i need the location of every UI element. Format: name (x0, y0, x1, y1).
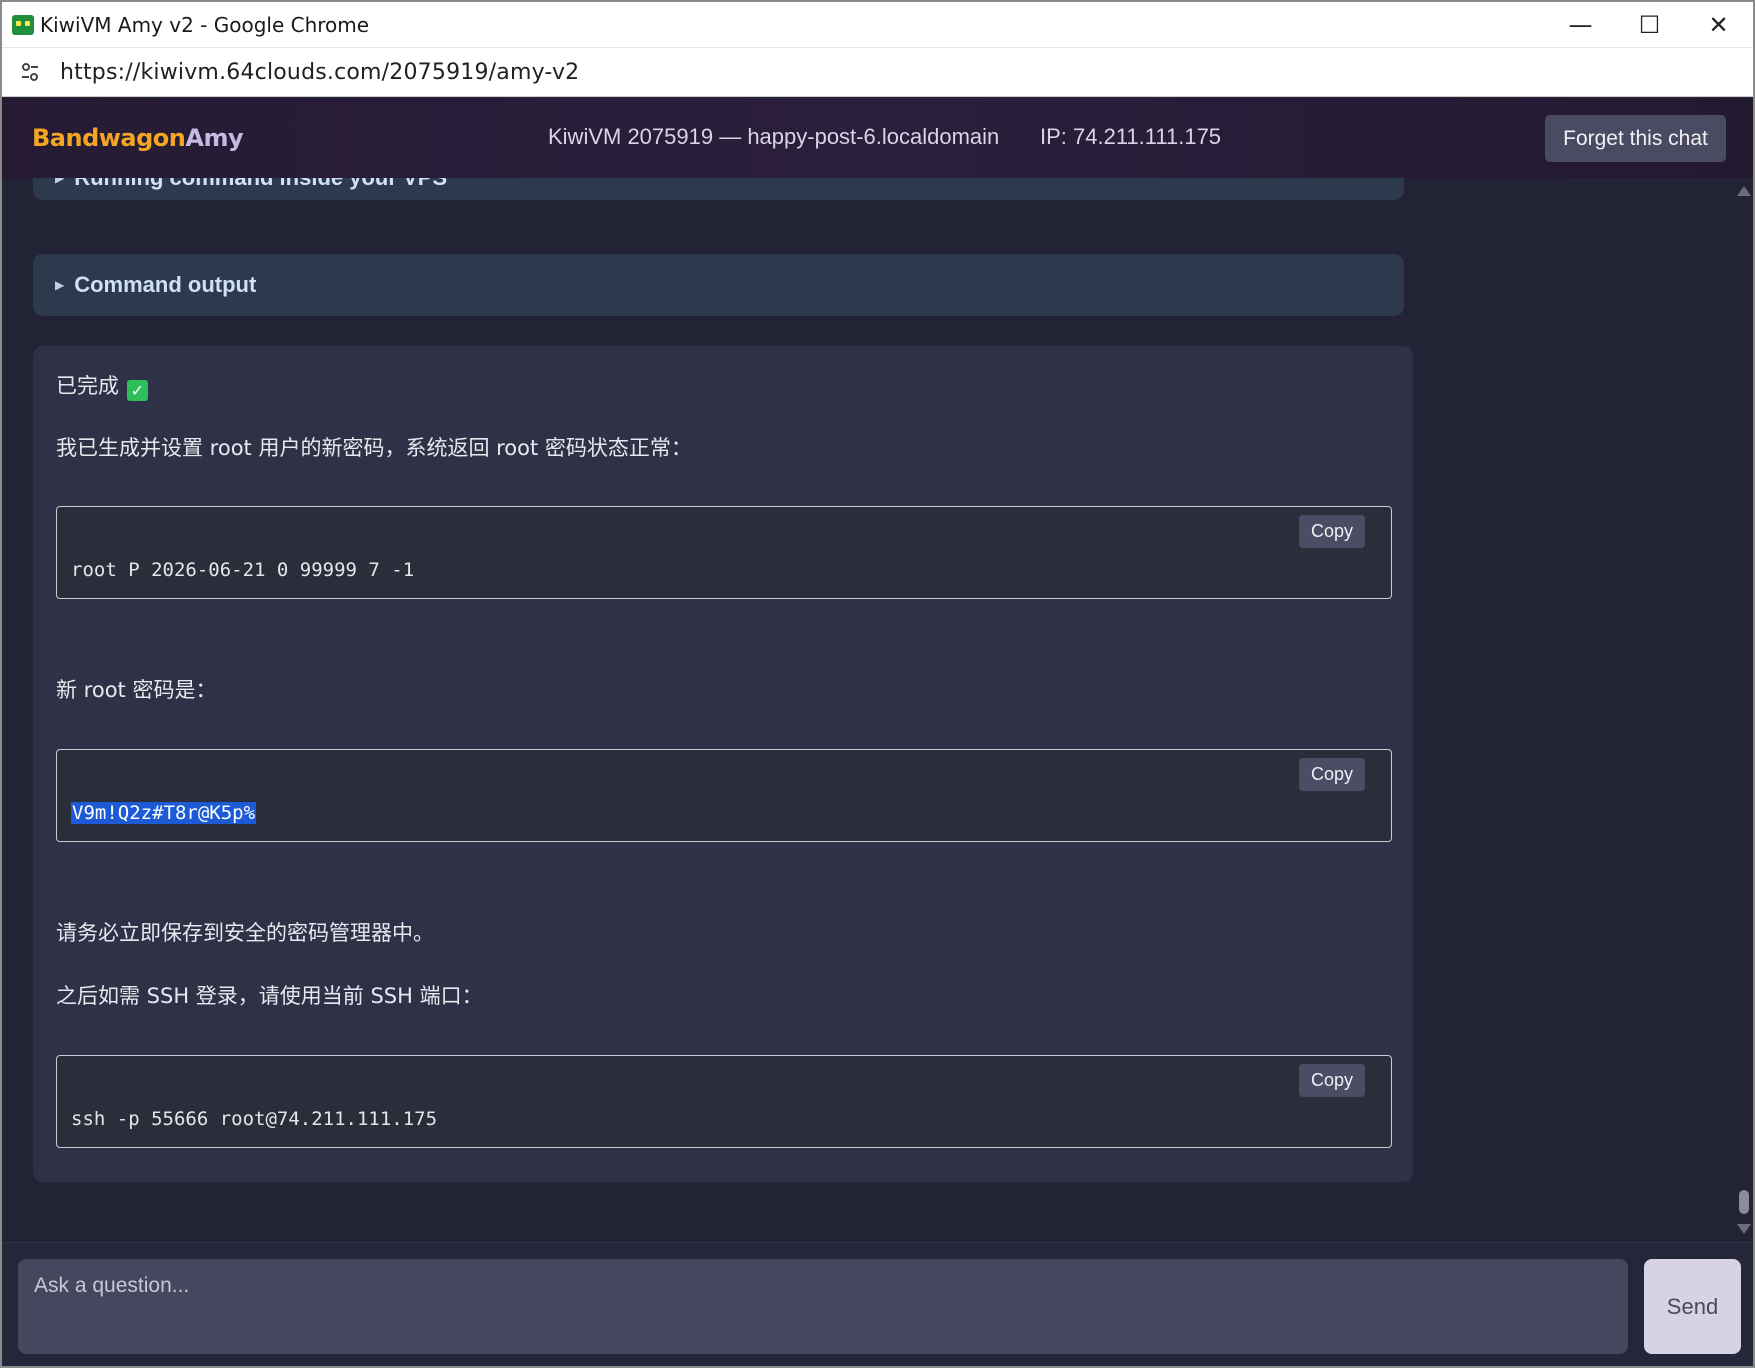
brand-part1: Bandwagon (32, 124, 186, 152)
ip-info: IP: 74.211.111.175 (1040, 124, 1222, 149)
site-settings-icon[interactable] (12, 54, 48, 90)
details-command-output[interactable]: ▶ Command output (33, 254, 1404, 316)
chat-area[interactable]: ▶ Running command inside your VPS ▶ Comm… (2, 178, 1733, 1242)
browser-window: KiwiVM Amy v2 - Google Chrome — ☐ ✕ http… (0, 0, 1755, 1368)
message-paragraph: 之后如需 SSH 登录，请使用当前 SSH 端口： (56, 984, 483, 1008)
check-mark-icon: ✓ (127, 380, 148, 401)
window-controls: — ☐ ✕ (1546, 2, 1753, 47)
vps-info: KiwiVM 2075919 — happy-post-6.localdomai… (548, 124, 1000, 149)
forget-chat-button[interactable]: Forget this chat (1545, 115, 1726, 162)
maximize-button[interactable]: ☐ (1615, 2, 1684, 47)
done-text: 已完成 (56, 374, 119, 398)
expand-triangle-icon: ▶ (55, 278, 65, 292)
app-favicon-icon (12, 14, 34, 35)
composer: Send (2, 1242, 1753, 1366)
message-paragraph: 请务必立即保存到安全的密码管理器中。 (56, 921, 434, 945)
brand-part2: Amy (185, 124, 244, 152)
scroll-down-arrow-icon[interactable] (1737, 1224, 1751, 1234)
details-label: Command output (74, 272, 257, 297)
details-label: Running command inside your VPS (74, 178, 447, 191)
title-bar: KiwiVM Amy v2 - Google Chrome — ☐ ✕ (2, 2, 1753, 47)
code-block: Copy ssh -p 55666 root@74.211.111.175 (56, 1055, 1392, 1148)
done-line: 已完成 ✓ (56, 370, 148, 401)
brand-logo: BandwagonAmy (32, 124, 244, 152)
close-button[interactable]: ✕ (1684, 2, 1753, 47)
message-paragraph: 新 root 密码是： (56, 678, 217, 702)
assistant-message: 已完成 ✓ 我已生成并设置 root 用户的新密码，系统返回 root 密码状态正… (33, 346, 1413, 1182)
copy-button[interactable]: Copy (1299, 758, 1365, 791)
chat-scrollbar[interactable] (1733, 178, 1753, 1242)
password-text-selected[interactable]: V9m!Q2z#T8r@K5p% (71, 802, 257, 824)
copy-button[interactable]: Copy (1299, 1064, 1365, 1097)
expand-triangle-icon: ▶ (55, 178, 65, 185)
code-text[interactable]: ssh -p 55666 root@74.211.111.175 (71, 1108, 437, 1130)
address-bar: https://kiwivm.64clouds.com/2075919/amy-… (2, 47, 1753, 97)
window-title: KiwiVM Amy v2 - Google Chrome (40, 12, 370, 37)
ask-input[interactable] (18, 1259, 1628, 1354)
code-block: Copy root P 2026-06-21 0 99999 7 -1 (56, 506, 1392, 599)
code-block: Copy V9m!Q2z#T8r@K5p% (56, 749, 1392, 842)
copy-button[interactable]: Copy (1299, 515, 1365, 548)
send-button[interactable]: Send (1644, 1259, 1741, 1354)
app-header: BandwagonAmy KiwiVM 2075919 — happy-post… (2, 98, 1753, 178)
scrollbar-thumb[interactable] (1739, 1190, 1749, 1214)
code-text[interactable]: root P 2026-06-21 0 99999 7 -1 (71, 559, 414, 581)
url-text[interactable]: https://kiwivm.64clouds.com/2075919/amy-… (60, 60, 579, 85)
message-paragraph: 我已生成并设置 root 用户的新密码，系统返回 root 密码状态正常： (56, 436, 692, 460)
scroll-up-arrow-icon[interactable] (1737, 186, 1751, 196)
details-running-command[interactable]: ▶ Running command inside your VPS (33, 178, 1404, 200)
minimize-button[interactable]: — (1546, 2, 1615, 47)
